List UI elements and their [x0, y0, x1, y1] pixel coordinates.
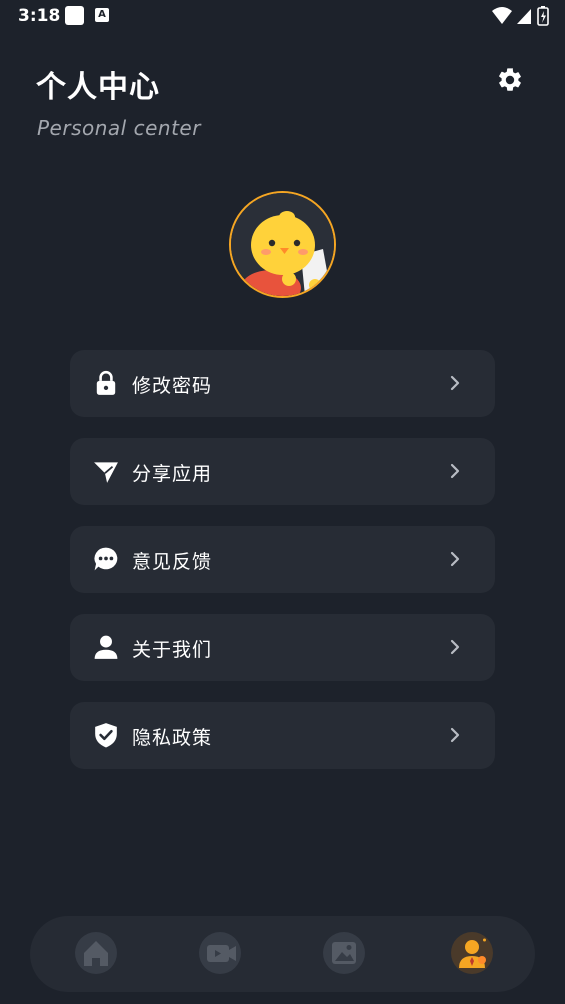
page-title: 个人中心: [36, 70, 160, 105]
nav-video[interactable]: [199, 932, 241, 974]
notification-square-icon: [65, 6, 84, 25]
settings-button[interactable]: [496, 66, 524, 94]
battery-icon: [537, 6, 549, 26]
menu-item-change-password[interactable]: 修改密码: [70, 350, 495, 417]
chevron-right-icon: [450, 639, 460, 655]
user-icon: [459, 938, 486, 968]
chick-avatar-illustration: [231, 193, 334, 296]
wifi-icon: [492, 7, 512, 24]
status-icons: [492, 6, 549, 26]
menu-item-about-us[interactable]: 关于我们: [70, 614, 495, 681]
avatar[interactable]: [229, 191, 336, 298]
nav-gallery[interactable]: [323, 932, 365, 974]
page-subtitle: Personal center: [37, 116, 201, 140]
menu-item-share-app[interactable]: 分享应用: [70, 438, 495, 505]
lock-icon: [96, 370, 116, 395]
chevron-right-icon: [450, 463, 460, 479]
share-plane-icon: [94, 462, 118, 483]
menu-item-label: 分享应用: [132, 463, 213, 485]
status-bar: 3:18 A: [0, 0, 565, 32]
chevron-right-icon: [450, 727, 460, 743]
video-icon: [207, 945, 236, 962]
menu-item-label: 隐私政策: [132, 727, 213, 749]
gear-icon: [499, 68, 521, 91]
status-time: 3:18: [18, 6, 61, 26]
person-icon: [94, 635, 118, 659]
menu-item-label: 意见反馈: [132, 551, 213, 573]
signal-icon: [517, 9, 531, 24]
chevron-right-icon: [450, 375, 460, 391]
chevron-right-icon: [450, 551, 460, 567]
shield-check-icon: [95, 723, 117, 748]
bottom-nav: [30, 916, 535, 992]
nav-home[interactable]: [75, 932, 117, 974]
home-icon: [84, 941, 108, 966]
chat-bubble-icon: [94, 547, 118, 571]
image-icon: [332, 942, 356, 964]
notification-a-icon: A: [95, 8, 109, 22]
menu-item-privacy-policy[interactable]: 隐私政策: [70, 702, 495, 769]
nav-profile[interactable]: [451, 932, 493, 974]
personal-center-screen: 3:18 A 个人中心 Personal center 修改密码 分享应用 意见…: [0, 0, 565, 1004]
menu-item-label: 修改密码: [132, 375, 213, 397]
menu-item-feedback[interactable]: 意见反馈: [70, 526, 495, 593]
menu-list: 修改密码 分享应用 意见反馈 关于我们 隐私政策: [70, 350, 495, 790]
menu-item-label: 关于我们: [132, 639, 213, 661]
